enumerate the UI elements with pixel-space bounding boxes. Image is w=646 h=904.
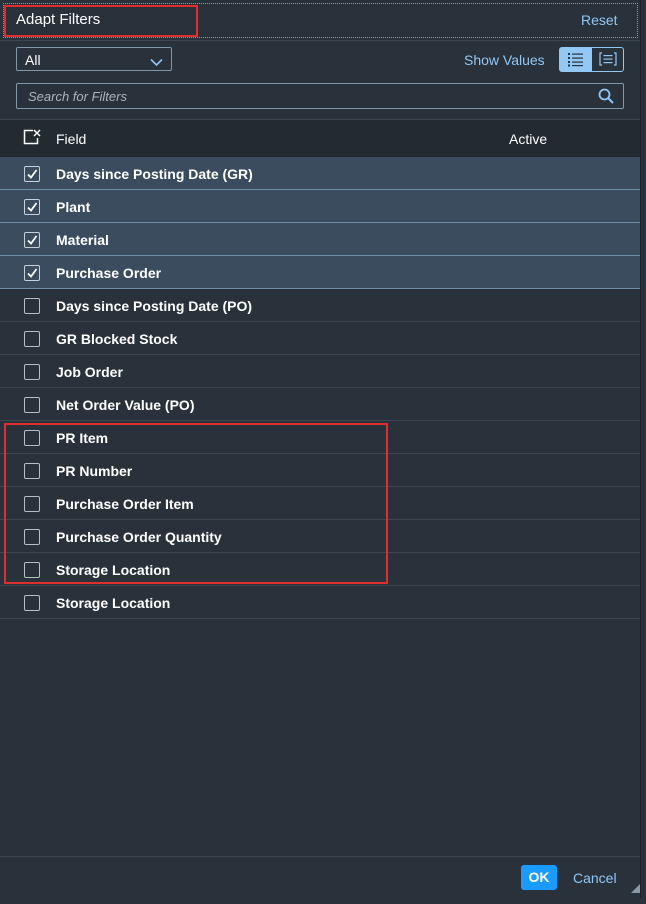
row-label: Storage Location bbox=[56, 562, 171, 578]
checkbox[interactable] bbox=[24, 298, 40, 314]
row-label: PR Number bbox=[56, 463, 133, 479]
row-label: Plant bbox=[56, 199, 91, 215]
table-row[interactable]: Days since Posting Date (GR) bbox=[0, 157, 640, 190]
show-values-button[interactable]: Show Values bbox=[464, 52, 545, 68]
row-label: Net Order Value (PO) bbox=[56, 397, 195, 413]
adapt-filters-dialog: Adapt Filters Reset All Show Values Sear… bbox=[0, 0, 641, 898]
row-label: PR Item bbox=[56, 430, 109, 446]
table-row[interactable]: GR Blocked Stock bbox=[0, 322, 640, 355]
row-label: Storage Location bbox=[56, 595, 171, 611]
search-icon[interactable] bbox=[598, 88, 614, 109]
filter-list: Days since Posting Date (GR) Plant Mater… bbox=[0, 157, 640, 619]
checkbox[interactable] bbox=[24, 595, 40, 611]
deselect-all-icon[interactable] bbox=[23, 129, 41, 150]
chevron-down-icon bbox=[150, 54, 163, 72]
checkbox[interactable] bbox=[24, 529, 40, 545]
list-view-icon bbox=[568, 53, 583, 67]
row-label: Job Order bbox=[56, 364, 123, 380]
resize-grip-icon[interactable] bbox=[631, 880, 640, 898]
cancel-button[interactable]: Cancel bbox=[573, 870, 617, 886]
table-row[interactable]: Job Order bbox=[0, 355, 640, 388]
group-view-icon bbox=[599, 52, 617, 66]
table-row[interactable]: Plant bbox=[0, 190, 640, 223]
list-view-toggle[interactable] bbox=[559, 47, 591, 72]
checkbox[interactable] bbox=[24, 331, 40, 347]
table-row[interactable]: Storage Location bbox=[0, 586, 640, 619]
table-row[interactable]: Purchase Order bbox=[0, 256, 640, 289]
table-row[interactable]: Purchase Order Item bbox=[0, 487, 640, 520]
table-row[interactable]: PR Item bbox=[0, 421, 640, 454]
row-label: Days since Posting Date (PO) bbox=[56, 298, 253, 314]
checkbox[interactable] bbox=[24, 232, 40, 248]
row-label: Purchase Order Item bbox=[56, 496, 194, 512]
column-header-field: Field bbox=[56, 131, 87, 147]
filter-select[interactable]: All bbox=[16, 47, 172, 71]
checkbox[interactable] bbox=[24, 199, 40, 215]
checkbox[interactable] bbox=[24, 430, 40, 446]
row-label: Purchase Order Quantity bbox=[56, 529, 222, 545]
reset-button[interactable]: Reset bbox=[581, 12, 618, 28]
search-field[interactable]: Search for Filters bbox=[16, 83, 624, 109]
filter-select-value: All bbox=[25, 52, 41, 68]
table-row[interactable]: Days since Posting Date (PO) bbox=[0, 289, 640, 322]
checkbox[interactable] bbox=[24, 166, 40, 182]
checkbox[interactable] bbox=[24, 265, 40, 281]
row-label: Purchase Order bbox=[56, 265, 162, 281]
row-label: Days since Posting Date (GR) bbox=[56, 166, 253, 182]
column-header-active: Active bbox=[509, 131, 548, 147]
group-view-toggle[interactable] bbox=[591, 47, 624, 72]
ok-button[interactable]: OK bbox=[521, 865, 557, 890]
table-row[interactable]: Net Order Value (PO) bbox=[0, 388, 640, 421]
checkbox[interactable] bbox=[24, 562, 40, 578]
dialog-footer: OK Cancel bbox=[0, 856, 640, 898]
checkbox[interactable] bbox=[24, 463, 40, 479]
checkbox[interactable] bbox=[24, 364, 40, 380]
table-row[interactable]: Storage Location bbox=[0, 553, 640, 586]
table-row[interactable]: Purchase Order Quantity bbox=[0, 520, 640, 553]
table-row[interactable]: PR Number bbox=[0, 454, 640, 487]
search-placeholder: Search for Filters bbox=[28, 89, 127, 104]
dialog-toolbar: All Show Values Search for Filters bbox=[0, 41, 640, 119]
table-row[interactable]: Material bbox=[0, 223, 640, 256]
checkbox[interactable] bbox=[24, 397, 40, 413]
checkbox[interactable] bbox=[24, 496, 40, 512]
dialog-header: Adapt Filters Reset bbox=[0, 0, 640, 41]
row-label: Material bbox=[56, 232, 109, 248]
table-header: Field Active bbox=[0, 119, 640, 158]
title-annotation-box bbox=[4, 5, 198, 37]
row-label: GR Blocked Stock bbox=[56, 331, 178, 347]
